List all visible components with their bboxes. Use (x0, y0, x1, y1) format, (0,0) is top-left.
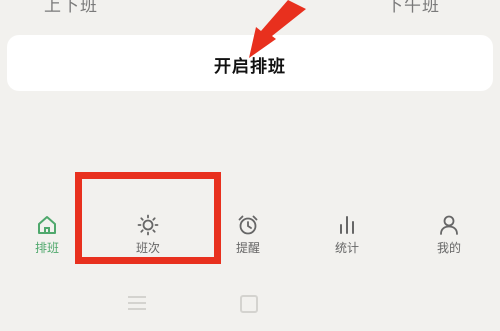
top-left-label: 上下班 (44, 0, 98, 16)
home-icon (38, 216, 56, 234)
user-icon (440, 215, 458, 235)
tab-reminder-label: 提醒 (235, 241, 260, 255)
tab-shift[interactable]: 班次 (113, 205, 183, 267)
tab-reminder[interactable]: 提醒 (213, 205, 283, 267)
top-row: 上下班 下午班 (0, 0, 500, 24)
bottom-tab-bar: 排班 班次 提醒 统计 我的 (0, 205, 500, 275)
tab-schedule-label: 排班 (34, 241, 59, 255)
sun-icon (137, 214, 159, 236)
system-navigation-bar (0, 288, 500, 318)
tab-shift-label: 班次 (135, 241, 160, 255)
menu-icon[interactable] (128, 296, 146, 310)
tab-stats[interactable]: 统计 (312, 205, 382, 267)
enable-schedule-label: 开启排班 (214, 57, 286, 77)
tab-schedule[interactable]: 排班 (12, 205, 82, 267)
tab-stats-label: 统计 (334, 241, 359, 255)
tab-mine-label: 我的 (436, 241, 461, 255)
home-square-icon[interactable] (240, 295, 258, 313)
tab-mine[interactable]: 我的 (414, 205, 484, 267)
top-right-label: 下午班 (386, 0, 440, 16)
enable-schedule-button[interactable]: 开启排班 (7, 35, 493, 91)
alarm-clock-icon (238, 215, 258, 235)
bar-chart-icon (340, 216, 354, 234)
